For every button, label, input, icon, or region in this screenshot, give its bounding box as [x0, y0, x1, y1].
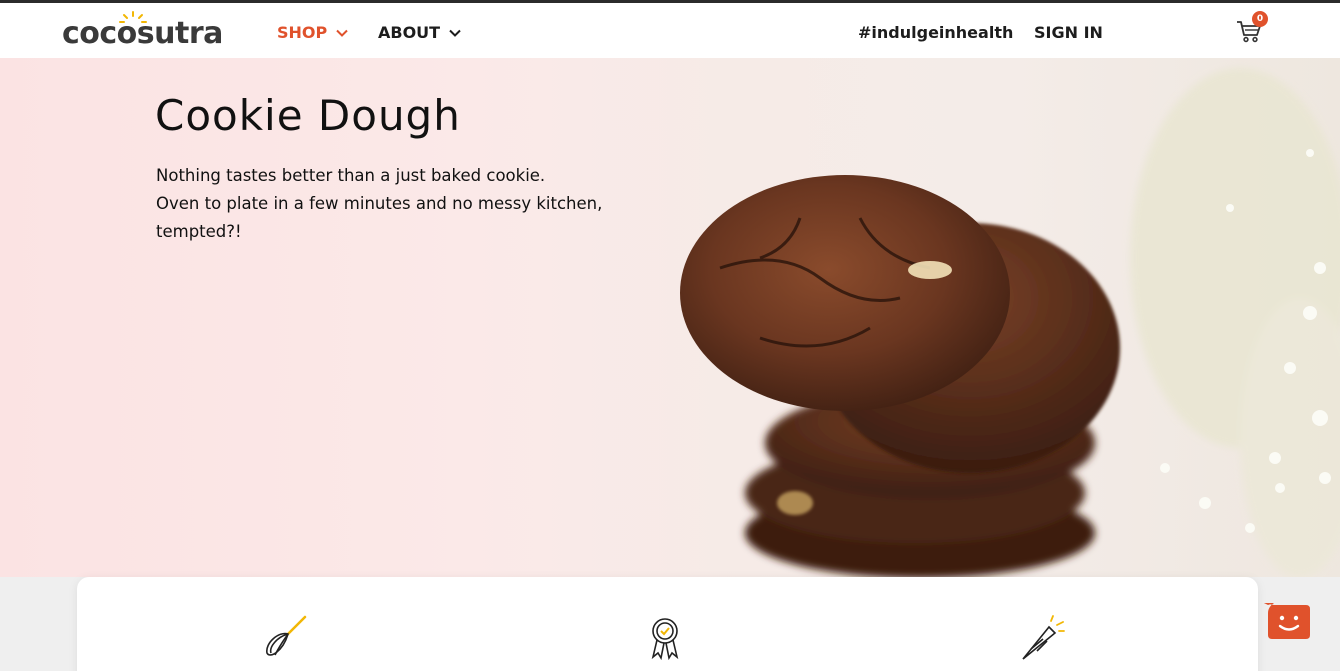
nav-about[interactable]: ABOUT — [378, 23, 461, 42]
hero-line: Nothing tastes better than a just baked … — [156, 166, 546, 185]
features-card — [77, 577, 1258, 671]
brand-logo[interactable]: cocosutra — [62, 11, 232, 51]
nav-shop[interactable]: SHOP — [277, 23, 348, 42]
brand-name: cocosutra — [62, 16, 223, 51]
nav-about-label: ABOUT — [378, 23, 441, 42]
award-ribbon-icon — [651, 618, 679, 661]
nav-hashtag-link[interactable]: #indulgeinhealth — [858, 23, 1013, 42]
nav-shop-label: SHOP — [277, 23, 328, 42]
whisk-icon — [266, 615, 307, 656]
chevron-down-icon — [449, 29, 461, 37]
hero-line: Oven to plate in a few minutes and no me… — [156, 194, 603, 213]
hero-title: Cookie Dough — [155, 91, 461, 140]
hero-line: tempted?! — [156, 222, 242, 241]
party-popper-icon — [1022, 615, 1065, 660]
hero-description: Nothing tastes better than a just baked … — [156, 162, 636, 246]
cart-count-badge: 0 — [1252, 11, 1268, 27]
chat-smiley-icon[interactable] — [1262, 601, 1314, 641]
navbar: cocosutra SHOP ABOUT #indulgeinhealth SI… — [0, 3, 1340, 58]
chevron-down-icon — [336, 29, 348, 37]
sign-in-link[interactable]: SIGN IN — [1034, 23, 1103, 42]
hero-banner: Cookie Dough Nothing tastes better than … — [0, 58, 1340, 577]
